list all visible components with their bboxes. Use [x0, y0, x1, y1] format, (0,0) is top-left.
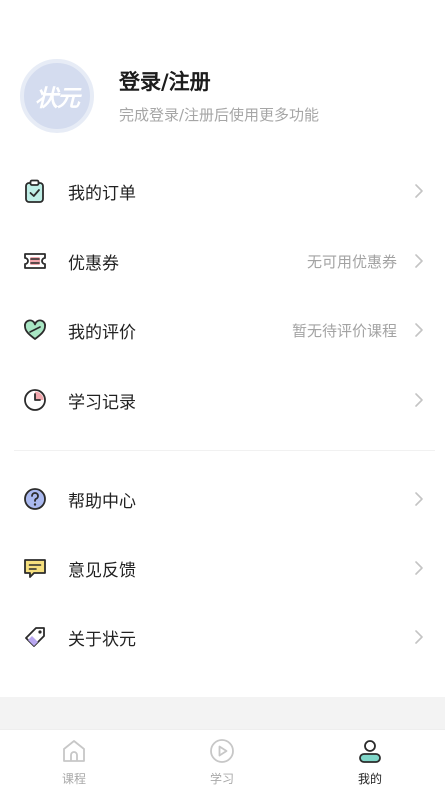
tag-icon	[25, 627, 45, 647]
clipboard-check-icon	[25, 179, 44, 203]
menu-item-reviews[interactable]: 我的评价 暂无待评价课程	[0, 300, 445, 360]
menu-value: 暂无待评价课程	[291, 321, 397, 340]
bottom-tab-bar: 课程 学习 我的	[0, 729, 445, 792]
tab-courses[interactable]: 课程	[0, 730, 148, 792]
section-divider	[14, 450, 435, 451]
tab-mine[interactable]: 我的	[296, 730, 444, 792]
menu-label: 意见反馈	[68, 560, 136, 581]
bottom-spacer	[0, 697, 445, 729]
menu-item-study-record[interactable]: 学习记录	[0, 370, 445, 430]
menu-label: 学习记录	[68, 392, 136, 413]
chevron-right-icon	[415, 184, 423, 198]
avatar[interactable]: 状元	[20, 59, 94, 133]
chevron-right-icon	[415, 323, 423, 337]
menu-value: 无可用优惠券	[306, 252, 397, 271]
chevron-right-icon	[415, 492, 423, 506]
clock-icon	[24, 389, 46, 411]
message-feedback-icon	[24, 559, 46, 578]
help-circle-icon	[24, 488, 46, 510]
play-circle-icon	[210, 739, 234, 763]
menu-label: 帮助中心	[68, 491, 136, 512]
chevron-right-icon	[415, 630, 423, 644]
menu-item-orders[interactable]: 我的订单	[0, 161, 445, 221]
menu-label: 优惠券	[68, 253, 119, 274]
tab-study[interactable]: 学习	[148, 730, 296, 792]
tab-label: 我的	[357, 772, 382, 786]
menu-item-about[interactable]: 关于状元	[0, 607, 445, 667]
menu-label: 我的订单	[68, 183, 136, 204]
menu-item-feedback[interactable]: 意见反馈	[0, 538, 445, 598]
chevron-right-icon	[415, 561, 423, 575]
menu-label: 关于状元	[68, 629, 136, 650]
home-icon	[63, 740, 85, 762]
login-register-subtitle: 完成登录/注册后使用更多功能	[119, 106, 320, 124]
profile-header[interactable]: 状元 登录/注册 完成登录/注册后使用更多功能	[0, 0, 445, 150]
menu-label: 我的评价	[68, 322, 136, 343]
heart-icon	[24, 319, 46, 340]
avatar-text: 状元	[35, 85, 80, 112]
user-icon	[359, 740, 381, 763]
tab-label: 学习	[209, 772, 234, 786]
tab-label: 课程	[61, 772, 86, 786]
menu-item-coupons[interactable]: 优惠券 无可用优惠券	[0, 231, 445, 291]
login-register-title[interactable]: 登录/注册	[119, 66, 211, 96]
chevron-right-icon	[415, 393, 423, 407]
ticket-icon	[24, 253, 46, 269]
menu-item-help-center[interactable]: 帮助中心	[0, 469, 445, 529]
chevron-right-icon	[415, 254, 423, 268]
